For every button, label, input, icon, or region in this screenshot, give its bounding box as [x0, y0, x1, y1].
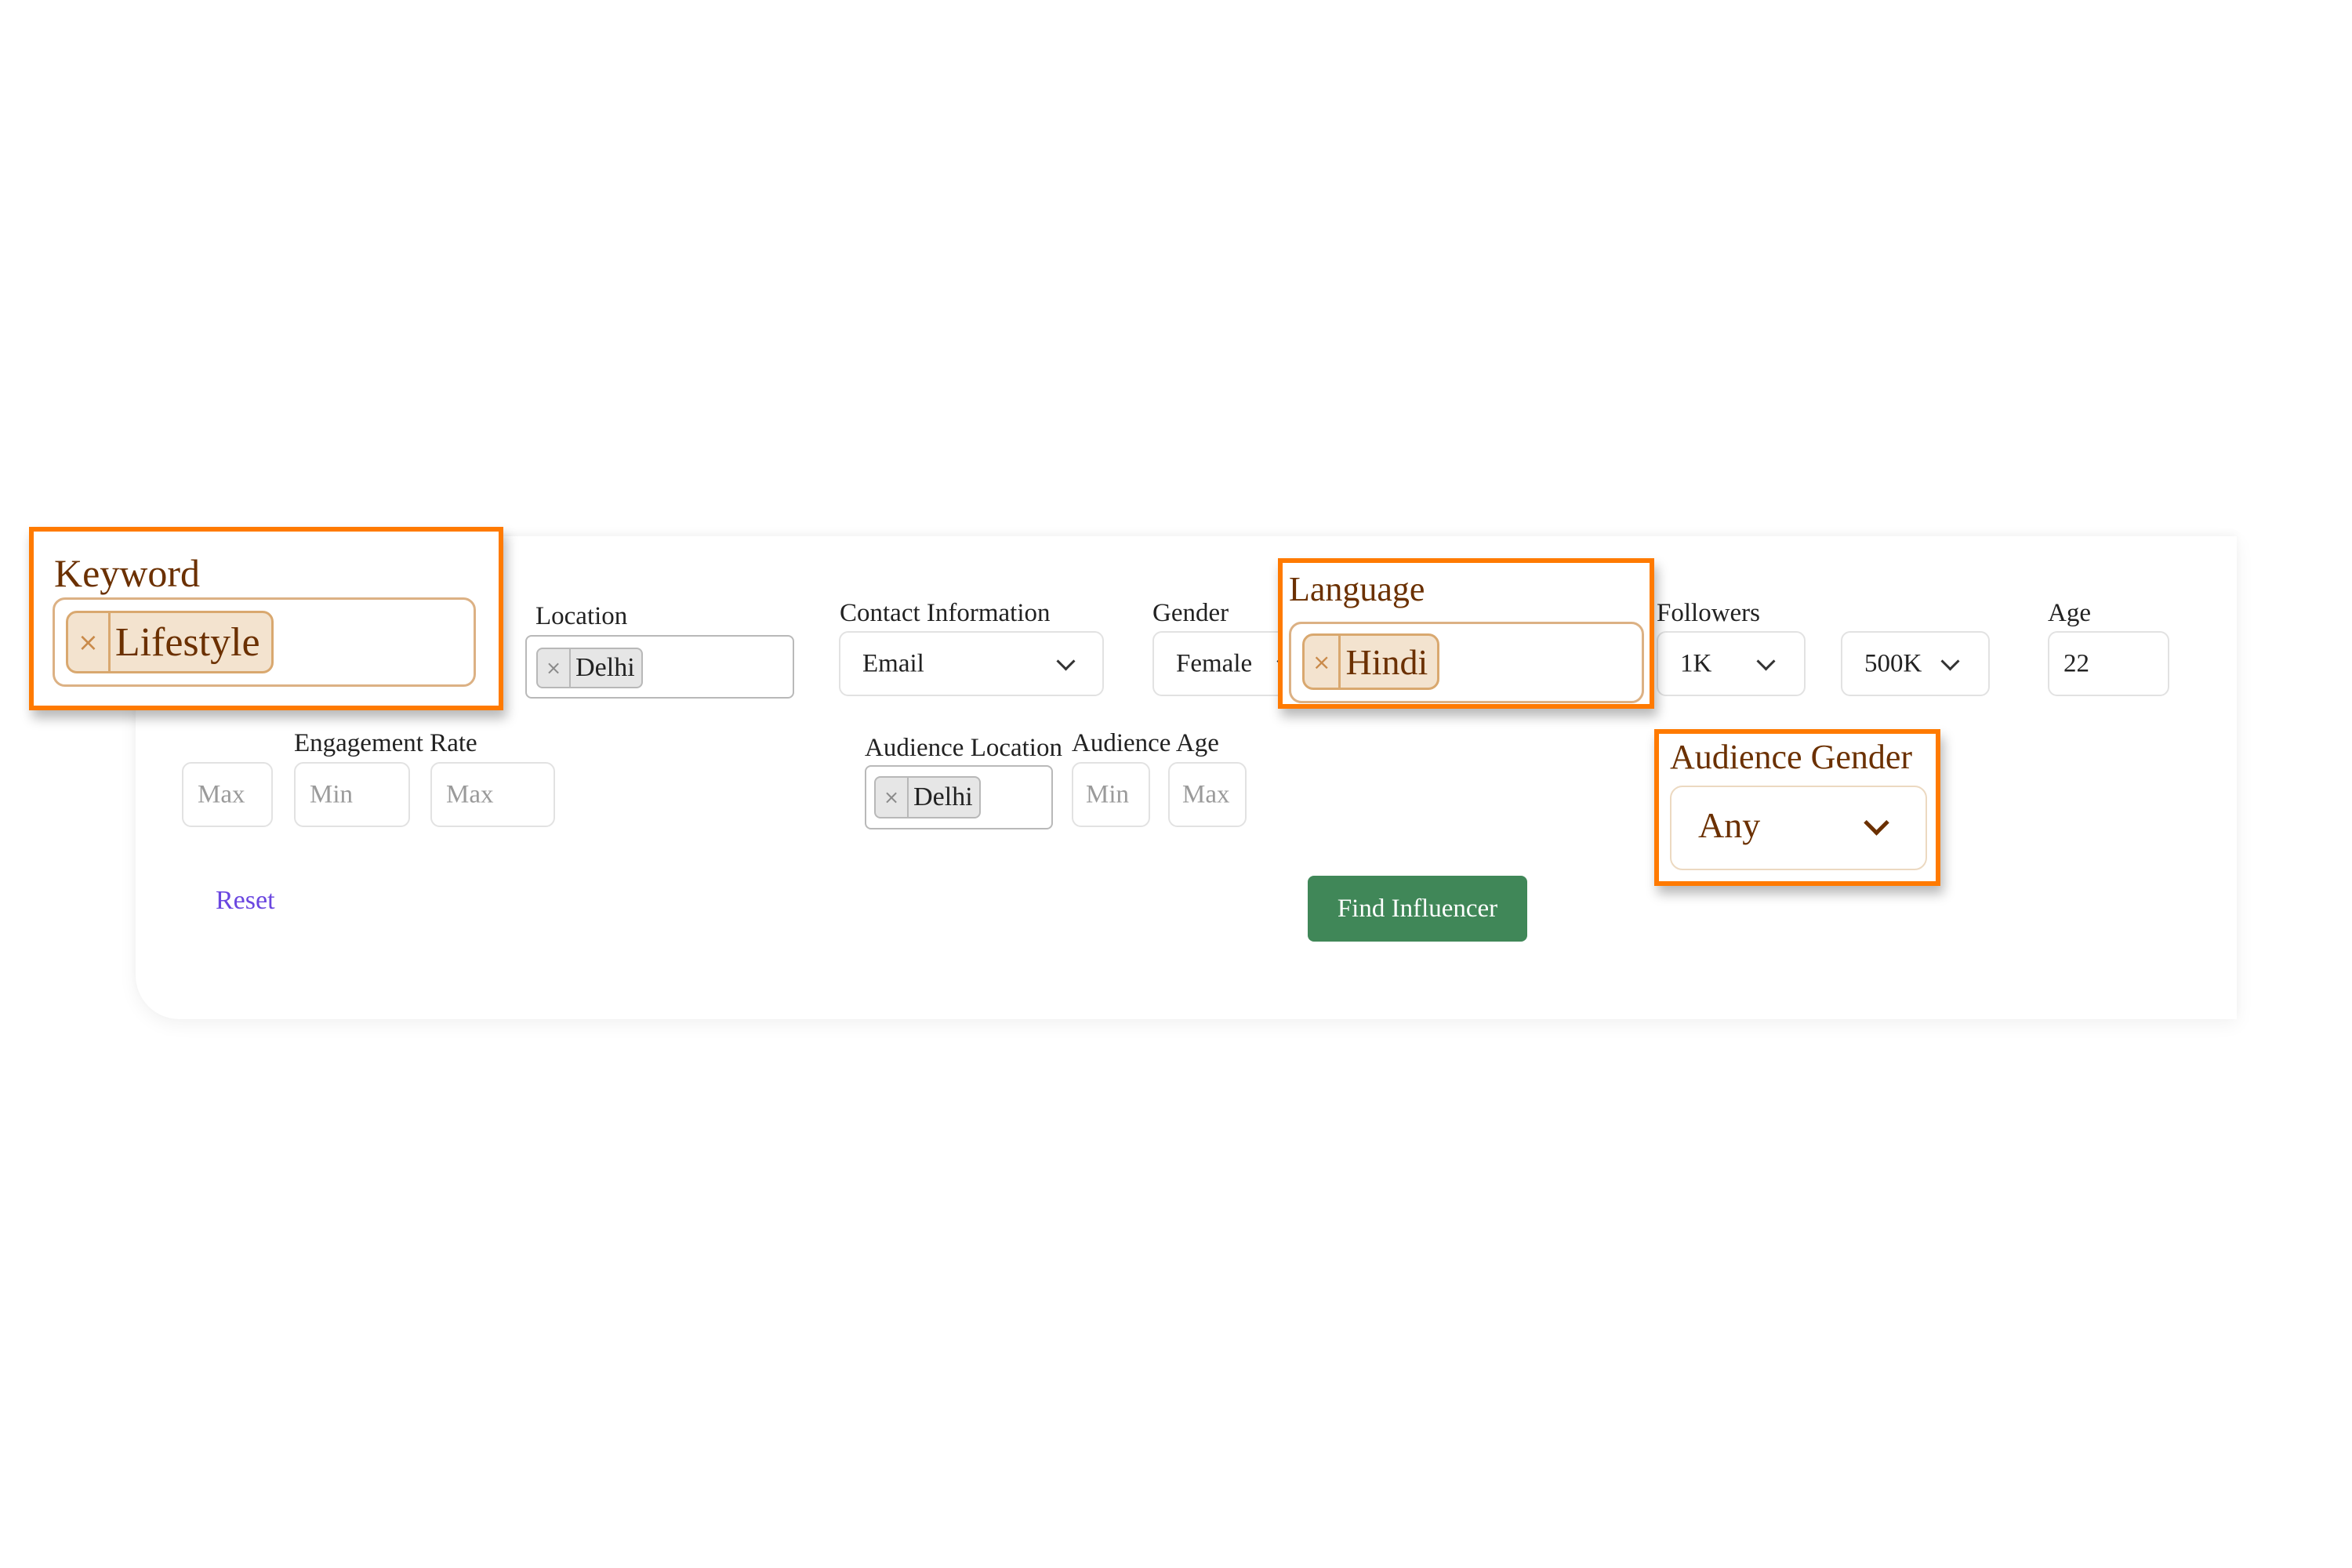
location-input[interactable]: × Delhi	[525, 635, 794, 699]
gender-label: Gender	[1152, 599, 1229, 627]
keyword-label: Keyword	[54, 551, 201, 595]
engagement-rate-max-input[interactable]: Max	[430, 762, 555, 827]
remove-tag-icon[interactable]: ×	[538, 649, 572, 687]
chevron-down-icon	[1864, 810, 1889, 836]
select-value: Email	[862, 649, 924, 677]
audience-age-min-input[interactable]: Min	[1072, 762, 1150, 827]
keyword-input[interactable]: × Lifestyle	[53, 597, 476, 687]
language-label: Language	[1289, 570, 1425, 608]
audience-gender-label: Audience Gender	[1670, 738, 1913, 776]
tag-text: Hindi	[1345, 641, 1428, 682]
followers-min-select[interactable]: 1K	[1657, 631, 1806, 696]
language-input[interactable]: × Hindi	[1289, 622, 1644, 703]
audience-location-label: Audience Location	[865, 734, 1062, 762]
audience-age-max-input[interactable]: Max	[1168, 762, 1247, 827]
tag-text: Delhi	[575, 653, 635, 682]
chevron-down-icon	[1056, 651, 1076, 671]
age-input[interactable]: 22	[2048, 631, 2169, 696]
placeholder: Min	[310, 780, 354, 808]
age-value: 22	[2063, 649, 2089, 677]
age-max-input[interactable]: Max	[182, 762, 273, 827]
audience-gender-highlight: Audience Gender Any	[1654, 729, 1940, 886]
select-value: 1K	[1680, 649, 1712, 677]
select-value: 500K	[1864, 649, 1922, 677]
age-label: Age	[2048, 599, 2091, 627]
contact-information-select[interactable]: Email	[839, 631, 1104, 696]
placeholder: Max	[1182, 780, 1230, 808]
chevron-down-icon	[1756, 651, 1776, 671]
remove-tag-icon[interactable]: ×	[876, 778, 909, 817]
language-highlight: Language × Hindi	[1278, 558, 1654, 709]
audience-gender-select[interactable]: Any	[1670, 786, 1927, 870]
keyword-highlight: Keyword × Lifestyle	[29, 527, 503, 710]
keyword-tag: × Lifestyle	[66, 611, 274, 673]
placeholder: Max	[446, 780, 494, 808]
placeholder: Max	[198, 780, 245, 808]
tag-text: Delhi	[913, 782, 973, 811]
language-tag: × Hindi	[1302, 633, 1440, 690]
contact-information-label: Contact Information	[840, 599, 1051, 627]
select-value: Any	[1698, 805, 1761, 845]
remove-tag-icon[interactable]: ×	[68, 613, 111, 671]
placeholder: Min	[1086, 780, 1130, 808]
chevron-down-icon	[1940, 651, 1960, 671]
reset-link[interactable]: Reset	[216, 886, 275, 916]
tag-text: Lifestyle	[114, 619, 260, 665]
location-tag: × Delhi	[536, 648, 643, 688]
followers-label: Followers	[1657, 599, 1760, 627]
location-label: Location	[535, 602, 628, 630]
audience-location-input[interactable]: × Delhi	[865, 765, 1053, 829]
engagement-rate-label: Engagement Rate	[294, 729, 477, 757]
audience-location-tag: × Delhi	[874, 776, 981, 818]
engagement-rate-min-input[interactable]: Min	[294, 762, 410, 827]
followers-max-select[interactable]: 500K	[1841, 631, 1990, 696]
audience-age-label: Audience Age	[1072, 729, 1219, 757]
find-influencer-button[interactable]: Find Influencer	[1308, 876, 1527, 942]
remove-tag-icon[interactable]: ×	[1305, 636, 1341, 688]
select-value: Female	[1176, 649, 1253, 677]
